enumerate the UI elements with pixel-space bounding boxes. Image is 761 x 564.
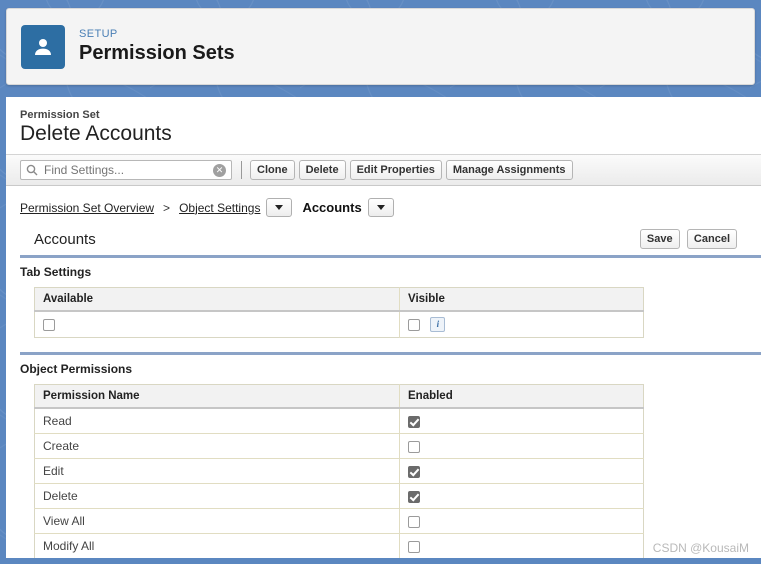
setup-eyebrow: SETUP <box>79 27 118 40</box>
table-row: Modify All <box>35 533 644 559</box>
page-title: Permission Sets <box>79 42 235 65</box>
object-permissions-heading: Object Permissions <box>20 362 133 377</box>
record-name: Delete Accounts <box>20 122 172 145</box>
column-header-visible: Visible <box>399 287 644 312</box>
permission-name-cell: Delete <box>34 483 400 510</box>
object-settings-dropdown-button[interactable] <box>266 198 293 217</box>
table-header-row: Permission Name Enabled <box>34 384 644 410</box>
permission-enabled-checkbox[interactable] <box>408 441 420 454</box>
accounts-section-header: Accounts Save Cancel <box>6 217 761 255</box>
find-settings-search[interactable]: ✕ <box>20 160 232 180</box>
page-body: Permission Set Delete Accounts ✕ Clone D… <box>6 97 761 560</box>
user-icon <box>21 24 65 69</box>
bottom-strip <box>0 558 761 564</box>
chevron-down-icon <box>376 205 385 210</box>
breadcrumb-separator: > <box>163 200 171 215</box>
permission-enabled-checkbox[interactable] <box>408 516 420 529</box>
tab-available-cell <box>35 311 400 338</box>
breadcrumb-current-object: Accounts <box>302 200 362 215</box>
column-header-available: Available <box>34 287 400 312</box>
permission-enabled-cell <box>399 433 644 460</box>
table-row: Delete <box>34 483 644 510</box>
permission-name-cell: Modify All <box>43 539 95 554</box>
section-actions: Save Cancel <box>639 229 741 249</box>
info-icon[interactable]: i <box>430 317 446 333</box>
table-row: i <box>35 311 644 338</box>
breadcrumb-object-settings[interactable]: Object Settings <box>179 201 260 215</box>
chevron-down-icon <box>275 205 284 210</box>
search-input[interactable] <box>42 162 206 178</box>
save-button[interactable]: Save <box>639 229 680 249</box>
table-row: View All <box>34 508 644 535</box>
clear-search-icon[interactable]: ✕ <box>213 164 226 177</box>
watermark: CSDN @KousaiM <box>652 541 749 555</box>
edit-properties-button[interactable]: Edit Properties <box>349 160 442 180</box>
permission-enabled-checkbox[interactable] <box>408 466 420 479</box>
permission-enabled-cell <box>399 408 644 435</box>
cancel-button[interactable]: Cancel <box>686 229 737 249</box>
permission-name-cell: View All <box>34 508 400 535</box>
column-header-enabled: Enabled <box>399 384 644 410</box>
manage-assignments-button[interactable]: Manage Assignments <box>445 160 573 180</box>
accounts-dropdown-button[interactable] <box>367 198 394 217</box>
object-permissions-body: Read Create Edit Delete View All Modify All <box>34 408 644 559</box>
tab-visible-cell: i <box>399 311 644 338</box>
permission-enabled-cell <box>399 483 644 510</box>
breadcrumb: Permission Set Overview > Object Setting… <box>6 186 761 217</box>
tab-settings-heading: Tab Settings <box>20 265 92 279</box>
permission-name-cell: Edit <box>34 458 400 485</box>
table-row: Read <box>34 408 644 435</box>
record-toolbar: ✕ Clone Delete Edit Properties Manage As… <box>6 154 761 186</box>
tab-settings-table: Available Visible i <box>34 287 644 339</box>
permission-enabled-cell <box>399 458 644 485</box>
clone-button[interactable]: Clone <box>250 160 295 180</box>
permission-enabled-checkbox[interactable] <box>408 491 420 504</box>
record-type-label: Permission Set <box>20 109 100 121</box>
setup-header: SETUP Permission Sets <box>6 8 755 85</box>
permission-enabled-cell <box>399 508 644 535</box>
delete-button[interactable]: Delete <box>298 160 346 180</box>
object-permissions-table: Permission Name Enabled Read Create Edit De… <box>34 384 644 560</box>
permission-name-cell: Read <box>34 408 400 435</box>
table-header-row: Available Visible <box>34 287 644 312</box>
tab-available-checkbox[interactable] <box>43 319 55 332</box>
search-icon <box>26 164 38 176</box>
breadcrumb-permission-set-overview[interactable]: Permission Set Overview <box>20 201 154 215</box>
table-row: Edit <box>34 458 644 485</box>
column-header-permission-name: Permission Name <box>34 384 400 410</box>
permission-enabled-checkbox[interactable] <box>408 416 420 429</box>
toolbar-divider <box>241 161 242 179</box>
tab-visible-checkbox[interactable] <box>408 318 420 331</box>
permission-name-cell: Create <box>34 433 400 460</box>
table-row: Create <box>34 433 644 460</box>
permission-enabled-cell <box>399 533 644 559</box>
section-title: Accounts <box>34 230 96 248</box>
permission-enabled-checkbox[interactable] <box>408 541 420 554</box>
